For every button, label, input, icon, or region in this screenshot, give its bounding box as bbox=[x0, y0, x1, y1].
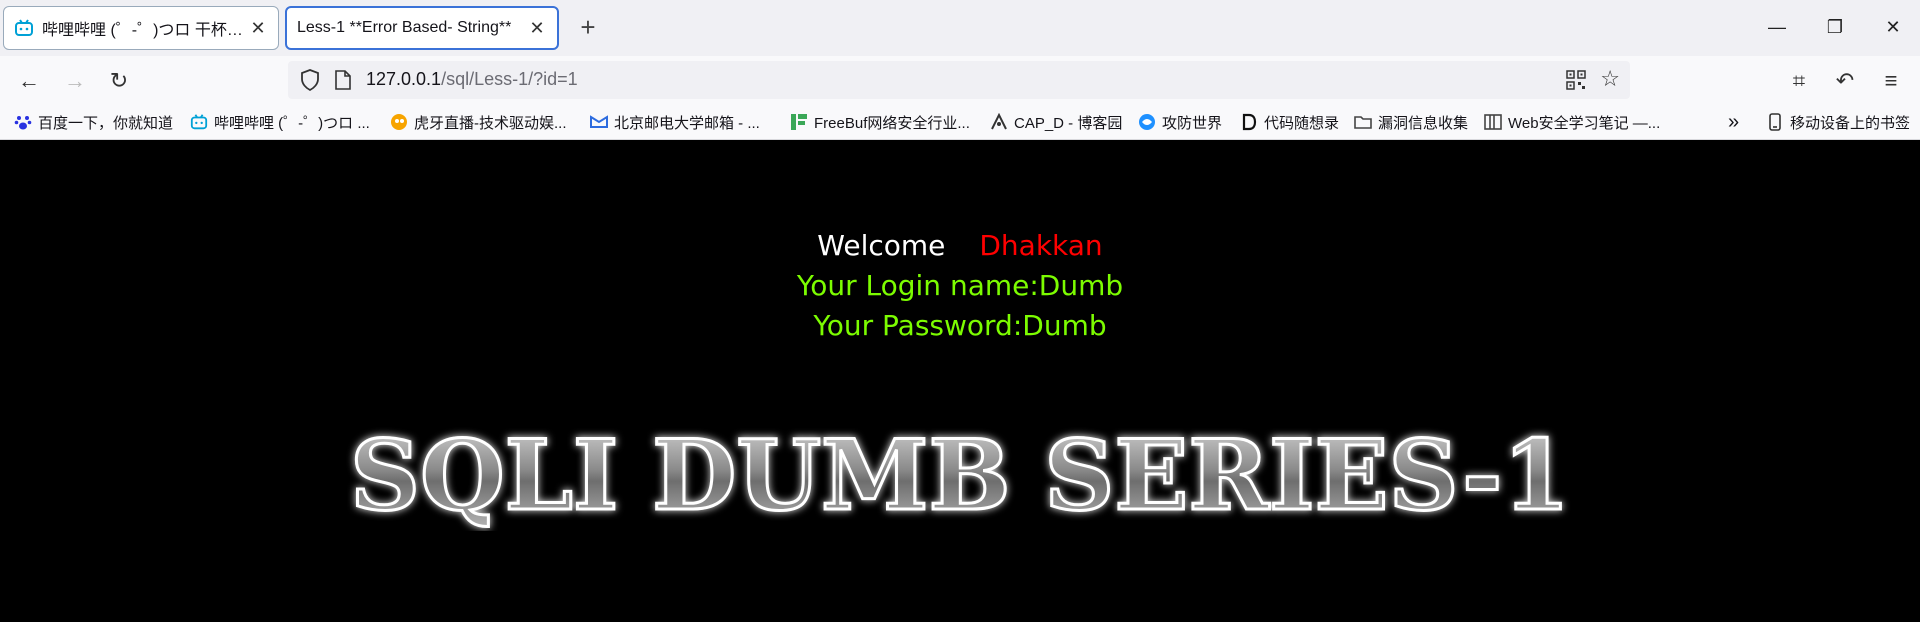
bookmark-folder-vuln[interactable]: 漏洞信息收集 bbox=[1354, 111, 1468, 133]
tab-title: Less-1 **Error Based- String** bbox=[297, 19, 512, 36]
bookmarks-toolbar: 百度一下，你就知道 哔哩哔哩 (゜-゜)つロ ... 虎牙直播-技术驱动娱...… bbox=[0, 104, 1920, 140]
welcome-line: Welcome Dhakkan bbox=[0, 226, 1920, 266]
page-content: Welcome Dhakkan Your Login name:Dumb Your… bbox=[0, 141, 1920, 622]
qr-code-icon[interactable] bbox=[1566, 70, 1586, 90]
bookmark-label: 攻防世界 bbox=[1162, 114, 1223, 132]
mobile-bookmarks[interactable]: 移动设备上的书签 bbox=[1766, 111, 1910, 133]
bookmark-cnblogs[interactable]: CAP_D - 博客园 bbox=[990, 111, 1122, 133]
d-icon bbox=[1242, 113, 1257, 131]
close-tab-icon[interactable]: ✕ bbox=[527, 18, 547, 39]
sqli-banner-image: SQLI DUMB SERIES-1 bbox=[349, 421, 1572, 531]
bookmark-label: 漏洞信息收集 bbox=[1378, 114, 1469, 132]
book-icon bbox=[1484, 114, 1502, 130]
bilibili-icon bbox=[15, 19, 33, 36]
welcome-name: Dhakkan bbox=[979, 229, 1103, 262]
bookmark-star-icon[interactable]: ☆ bbox=[1600, 66, 1620, 92]
bookmarks-overflow-button[interactable]: » bbox=[1728, 111, 1739, 133]
close-window-button[interactable]: ✕ bbox=[1878, 14, 1908, 40]
screenshot-icon[interactable]: ⌗ bbox=[1784, 66, 1814, 96]
url-path: /sql/Less-1/?id=1 bbox=[441, 69, 578, 89]
tab-strip: 哔哩哔哩 (゜-゜)つロ 干杯~-bilibili ✕ Less-1 **Err… bbox=[0, 0, 1920, 56]
bookmark-label: 代码随想录 bbox=[1264, 114, 1340, 132]
url-text[interactable]: 127.0.0.1/sql/Less-1/?id=1 bbox=[366, 69, 578, 90]
close-tab-icon[interactable]: ✕ bbox=[248, 18, 268, 39]
password-line: Your Password:Dumb bbox=[813, 309, 1107, 342]
tab-title: 哔哩哔哩 (゜-゜)つロ 干杯~-bilibili bbox=[42, 22, 248, 39]
mobile-device-icon bbox=[1769, 113, 1781, 131]
page-icon[interactable] bbox=[334, 70, 352, 90]
menu-icon[interactable]: ≡ bbox=[1876, 66, 1906, 96]
tab-bilibili[interactable]: 哔哩哔哩 (゜-゜)つロ 干杯~-bilibili ✕ bbox=[3, 6, 279, 50]
bookmark-label: 哔哩哔哩 (゜-゜)つロ ... bbox=[214, 114, 370, 132]
undo-close-icon[interactable]: ↶ bbox=[1830, 66, 1860, 96]
forward-button[interactable]: → bbox=[60, 66, 90, 96]
restore-button[interactable]: ❐ bbox=[1820, 14, 1850, 40]
navigation-toolbar: ← → ↻ 127.0.0.1/sql/Less-1/?id=1 ☆ ⌗ ↶ ≡ bbox=[0, 56, 1920, 104]
reload-button[interactable]: ↻ bbox=[104, 66, 134, 96]
login-name-line: Your Login name:Dumb bbox=[796, 269, 1124, 302]
bookmark-huya[interactable]: 虎牙直播-技术驱动娱... bbox=[390, 111, 567, 133]
back-button[interactable]: ← bbox=[14, 66, 44, 96]
bookmark-baidu[interactable]: 百度一下，你就知道 bbox=[14, 111, 173, 133]
bookmark-web-security[interactable]: Web安全学习笔记 —... bbox=[1484, 111, 1660, 133]
bookmark-label: 虎牙直播-技术驱动娱... bbox=[414, 114, 567, 132]
bookmark-freebuf[interactable]: FreeBuf网络安全行业... bbox=[790, 111, 970, 133]
welcome-text: Welcome bbox=[817, 229, 946, 262]
tab-less-1[interactable]: Less-1 **Error Based- String** ✕ bbox=[285, 6, 559, 50]
baidu-paw-icon bbox=[14, 116, 32, 130]
url-host: 127.0.0.1 bbox=[366, 69, 442, 89]
bookmark-bilibili[interactable]: 哔哩哔哩 (゜-゜)つロ ... bbox=[190, 111, 370, 133]
shield-icon[interactable] bbox=[300, 69, 320, 91]
huya-icon bbox=[391, 114, 407, 130]
adworld-icon bbox=[1139, 114, 1155, 130]
bookmark-label: 移动设备上的书签 bbox=[1790, 114, 1911, 132]
cnblogs-icon bbox=[991, 113, 1007, 130]
bookmark-label: CAP_D - 博客园 bbox=[1014, 114, 1123, 132]
minimize-button[interactable]: — bbox=[1762, 14, 1792, 40]
banner-text: SQLI DUMB SERIES-1 bbox=[350, 421, 1570, 531]
freebuf-icon bbox=[791, 114, 807, 130]
folder-icon bbox=[1354, 116, 1372, 129]
new-tab-button[interactable]: + bbox=[576, 12, 600, 44]
bookmark-label: Web安全学习笔记 —... bbox=[1508, 114, 1661, 132]
mail-icon bbox=[590, 115, 608, 128]
address-bar[interactable]: 127.0.0.1/sql/Less-1/?id=1 ☆ bbox=[288, 61, 1630, 99]
bookmark-label: 北京邮电大学邮箱 - ... bbox=[614, 114, 760, 132]
bookmark-adworld[interactable]: 攻防世界 bbox=[1138, 111, 1222, 133]
bookmark-code-notes[interactable]: 代码随想录 bbox=[1240, 111, 1339, 133]
bilibili-icon bbox=[190, 114, 208, 130]
bookmark-label: 百度一下，你就知道 bbox=[38, 114, 174, 132]
bookmark-label: FreeBuf网络安全行业... bbox=[814, 114, 970, 132]
bookmark-bupt-mail[interactable]: 北京邮电大学邮箱 - ... bbox=[590, 111, 760, 133]
